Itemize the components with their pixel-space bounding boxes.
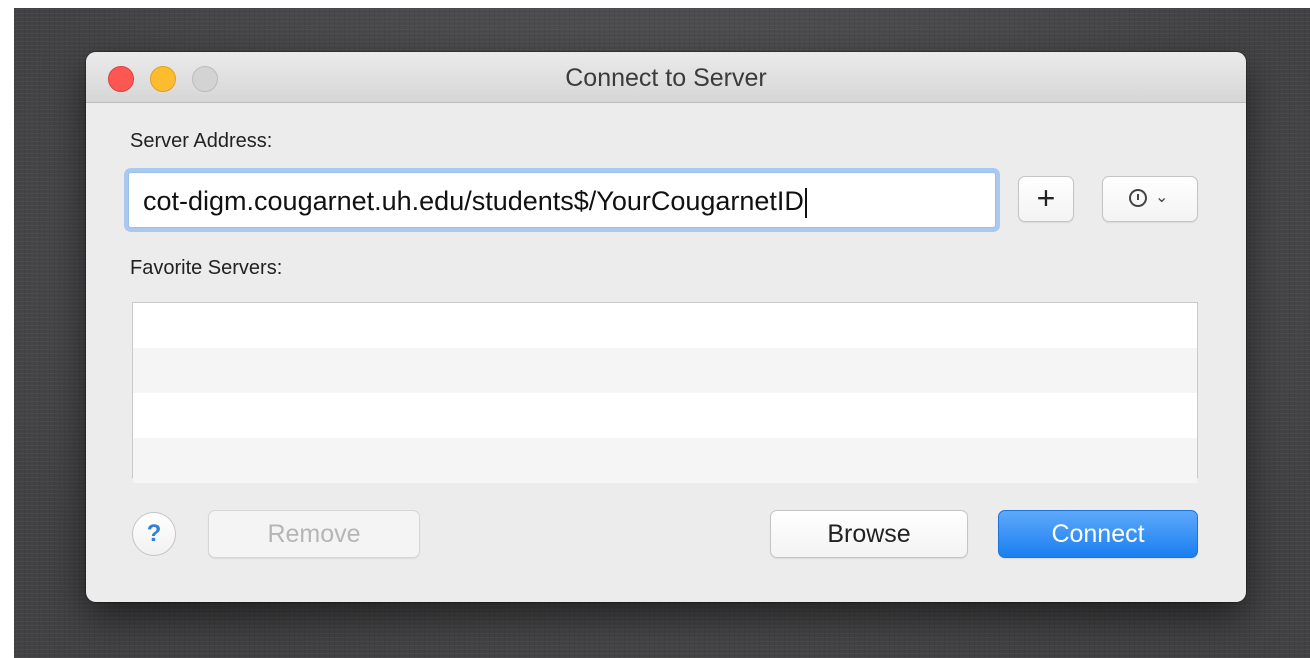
clock-icon: [1129, 189, 1147, 207]
list-item[interactable]: [133, 348, 1197, 393]
browse-button[interactable]: Browse: [770, 510, 968, 558]
server-address-input[interactable]: cot-digm.cougarnet.uh.edu/students$/Your…: [128, 172, 996, 228]
title-bar: Connect to Server: [86, 52, 1246, 103]
list-item[interactable]: [133, 438, 1197, 483]
text-caret: [804, 187, 807, 218]
remove-button[interactable]: Remove: [208, 510, 420, 558]
add-favorite-button[interactable]: +: [1018, 176, 1074, 222]
connect-button[interactable]: Connect: [998, 510, 1198, 558]
server-address-value: cot-digm.cougarnet.uh.edu/students$/Your…: [143, 186, 804, 216]
favorite-servers-list[interactable]: [132, 302, 1198, 483]
window-title: Connect to Server: [565, 64, 767, 92]
help-button[interactable]: ?: [132, 512, 176, 556]
recent-servers-button[interactable]: ⌄: [1102, 176, 1198, 222]
chevron-down-icon: ⌄: [1155, 189, 1169, 206]
favorite-servers-label: Favorite Servers:: [130, 257, 283, 279]
list-item[interactable]: [133, 393, 1197, 438]
server-address-label: Server Address:: [130, 130, 273, 152]
connect-to-server-dialog: Connect to Server Server Address: cot-di…: [86, 52, 1246, 602]
list-item[interactable]: [133, 303, 1197, 348]
